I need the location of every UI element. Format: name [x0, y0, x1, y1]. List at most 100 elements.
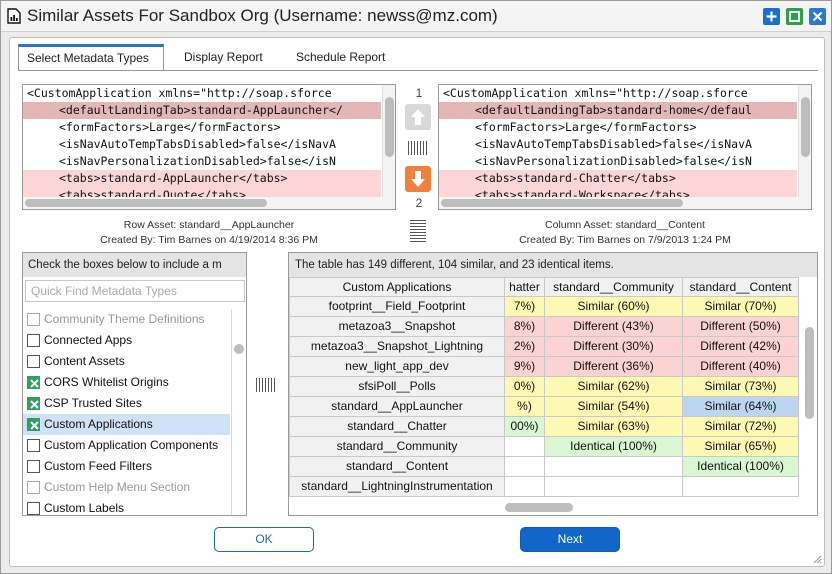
- comparison-cell[interactable]: 0%): [505, 377, 545, 397]
- comparison-cell[interactable]: Different (42%): [683, 337, 799, 357]
- scroll-thumb[interactable]: [25, 199, 267, 207]
- scroll-thumb[interactable]: [385, 97, 394, 157]
- comparison-cell[interactable]: Different (30%): [545, 337, 683, 357]
- xml-horizontal-scrollbar[interactable]: [439, 197, 799, 209]
- add-window-button[interactable]: [763, 8, 780, 25]
- scroll-thumb[interactable]: [805, 327, 814, 419]
- checkbox-checked[interactable]: [27, 418, 40, 431]
- comparison-grid[interactable]: Custom Applications hatter standard__Commu…: [289, 277, 801, 499]
- comparison-cell[interactable]: 7%): [505, 297, 545, 317]
- maximize-icon[interactable]: [786, 8, 803, 25]
- list-item-content-assets[interactable]: Content Assets: [23, 351, 230, 372]
- ok-button[interactable]: OK: [214, 527, 314, 552]
- row-header[interactable]: standard__Chatter: [289, 417, 505, 437]
- comparison-cell[interactable]: %): [505, 397, 545, 417]
- comparison-cell[interactable]: 00%): [505, 417, 545, 437]
- column-header[interactable]: standard__Content: [683, 277, 799, 297]
- list-item-label: Connected Apps: [44, 333, 133, 347]
- row-header[interactable]: new_light_app_dev: [289, 357, 505, 377]
- comparison-cell[interactable]: [505, 437, 545, 457]
- comparison-cell[interactable]: 2%): [505, 337, 545, 357]
- next-button[interactable]: Next: [520, 527, 620, 552]
- comparison-cell[interactable]: Different (50%): [683, 317, 799, 337]
- comparison-cell[interactable]: 9%): [505, 357, 545, 377]
- arrow-up-icon[interactable]: [405, 104, 431, 130]
- xml-line: <isNavPersonalizationDisabled>false</isN: [475, 154, 752, 168]
- close-icon[interactable]: [809, 8, 826, 25]
- comparison-cell[interactable]: Similar (60%): [545, 297, 683, 317]
- list-item-cors-whitelist-origins[interactable]: CORS Whitelist Origins: [23, 372, 230, 393]
- arrow-down-icon[interactable]: [405, 166, 431, 192]
- xml-line-changed: <defaultLandingTab>standard-AppLauncher<…: [23, 102, 381, 119]
- row-header[interactable]: sfsiPoll__Polls: [289, 377, 505, 397]
- checkbox[interactable]: [27, 334, 40, 347]
- column-header[interactable]: hatter: [505, 277, 545, 297]
- checkbox-checked[interactable]: [27, 397, 40, 410]
- checkbox-checked[interactable]: [27, 376, 40, 389]
- comparison-cell[interactable]: 8%): [505, 317, 545, 337]
- row-header[interactable]: footprint__Field_Footprint: [289, 297, 505, 317]
- list-item-csp-trusted-sites[interactable]: CSP Trusted Sites: [23, 393, 230, 414]
- row-header[interactable]: standard__LightningInstrumentation: [289, 477, 505, 497]
- comparison-cell[interactable]: Similar (73%): [683, 377, 799, 397]
- checkbox[interactable]: [27, 460, 40, 473]
- scroll-indicator-dot[interactable]: [234, 344, 244, 354]
- comparison-cell[interactable]: [545, 457, 683, 477]
- list-item-connected-apps[interactable]: Connected Apps: [23, 330, 230, 351]
- tab-schedule-report[interactable]: Schedule Report: [288, 44, 393, 71]
- comparison-cell[interactable]: Different (43%): [545, 317, 683, 337]
- comparison-cell[interactable]: [505, 477, 545, 497]
- row-header[interactable]: standard__AppLauncher: [289, 397, 505, 417]
- comparison-cell[interactable]: Similar (65%): [683, 437, 799, 457]
- resize-grip-icon[interactable]: [812, 554, 822, 564]
- comparison-cell[interactable]: [683, 477, 799, 497]
- xml-vertical-scrollbar[interactable]: [798, 85, 811, 209]
- comparison-cell[interactable]: Similar (63%): [545, 417, 683, 437]
- comparison-cell[interactable]: Similar (54%): [545, 397, 683, 417]
- scroll-thumb[interactable]: [801, 97, 810, 157]
- diff-navigator: 1 2: [405, 84, 433, 254]
- scroll-thumb[interactable]: [505, 503, 573, 512]
- checkbox[interactable]: [27, 439, 40, 452]
- checkbox[interactable]: [27, 355, 40, 368]
- comparison-cell[interactable]: Similar (72%): [683, 417, 799, 437]
- list-item-custom-labels[interactable]: Custom Labels: [23, 498, 230, 515]
- scroll-thumb[interactable]: [441, 199, 683, 207]
- comparison-cell[interactable]: Different (40%): [683, 357, 799, 377]
- corner-header: Custom Applications: [289, 277, 505, 297]
- row-asset-xml-viewer[interactable]: <CustomApplication xmlns="http://soap.sf…: [22, 84, 396, 210]
- column-asset-created-by: Created By: Tim Barnes on 7/9/2013 1:24 …: [519, 234, 731, 246]
- column-asset-xml-viewer[interactable]: <CustomApplication xmlns="http://soap.sf…: [438, 84, 812, 210]
- diff-total-count: 2: [415, 196, 423, 210]
- list-item-custom-feed-filters[interactable]: Custom Feed Filters: [23, 456, 230, 477]
- xml-vertical-scrollbar[interactable]: [382, 85, 395, 209]
- xml-line: <isNavPersonalizationDisabled>false</isN: [59, 154, 336, 168]
- list-item-custom-application-components[interactable]: Custom Application Components: [23, 435, 230, 456]
- row-header[interactable]: metazoa3__Snapshot: [289, 317, 505, 337]
- splitter-grip-icon[interactable]: [408, 141, 428, 155]
- row-header[interactable]: standard__Content: [289, 457, 505, 477]
- comparison-cell[interactable]: [545, 477, 683, 497]
- quick-find-input[interactable]: [25, 280, 245, 302]
- xml-line-changed: <tabs>standard-Chatter</tabs>: [439, 170, 797, 187]
- row-header[interactable]: metazoa3__Snapshot_Lightning: [289, 337, 505, 357]
- splitter-grip-icon[interactable]: [410, 220, 426, 242]
- table-horizontal-scrollbar[interactable]: [289, 499, 817, 515]
- splitter-grip-icon[interactable]: [256, 378, 276, 392]
- comparison-cell[interactable]: Similar (64%): [683, 397, 799, 417]
- metadata-list-scrollbar[interactable]: [231, 309, 246, 515]
- comparison-cell[interactable]: Similar (70%): [683, 297, 799, 317]
- comparison-cell[interactable]: Identical (100%): [545, 437, 683, 457]
- checkbox[interactable]: [27, 502, 40, 515]
- comparison-cell[interactable]: [505, 457, 545, 477]
- row-header[interactable]: standard__Community: [289, 437, 505, 457]
- comparison-cell[interactable]: Different (36%): [545, 357, 683, 377]
- comparison-cell[interactable]: Identical (100%): [683, 457, 799, 477]
- table-vertical-scrollbar[interactable]: [801, 277, 817, 499]
- column-header[interactable]: standard__Community: [545, 277, 683, 297]
- tab-select-metadata-types[interactable]: Select Metadata Types: [18, 44, 164, 71]
- comparison-cell[interactable]: Similar (62%): [545, 377, 683, 397]
- list-item-custom-applications[interactable]: Custom Applications: [23, 414, 230, 435]
- xml-horizontal-scrollbar[interactable]: [23, 197, 383, 209]
- tab-display-report[interactable]: Display Report: [176, 44, 271, 71]
